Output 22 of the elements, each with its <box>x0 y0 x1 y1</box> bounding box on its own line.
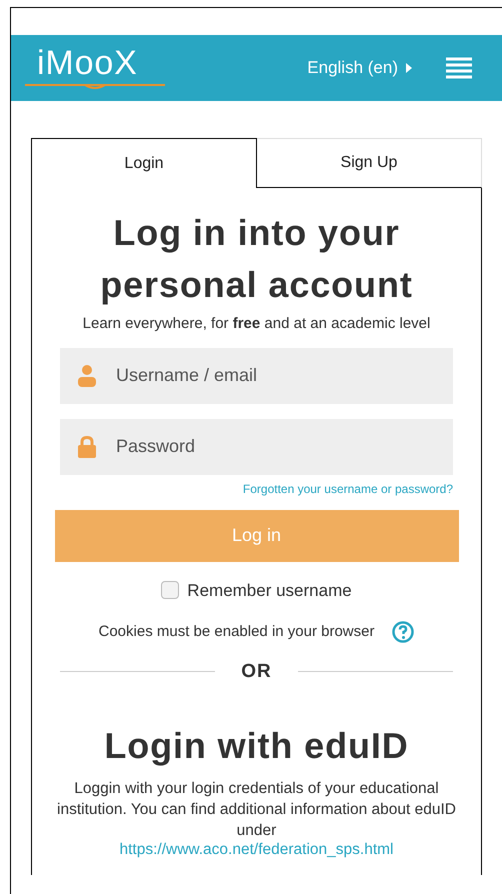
cookies-note: Cookies must be enabled in your browser <box>98 622 374 642</box>
menu-icon[interactable] <box>446 57 472 79</box>
eduid-description: Loggin with your login credentials of your educational institution. You can find additional information about eduID under <box>56 779 457 841</box>
username-field[interactable]: Username / email <box>60 348 453 404</box>
remember-checkbox[interactable] <box>161 581 180 600</box>
password-field[interactable]: Password <box>60 418 453 474</box>
or-divider-label: OR <box>241 660 272 684</box>
forgot-password-link[interactable]: Forgotten your username or password? <box>242 480 453 498</box>
login-button[interactable]: Log in <box>54 510 458 562</box>
user-icon <box>78 364 96 386</box>
login-heading: Log in into your personal account <box>99 211 414 307</box>
help-icon[interactable] <box>392 621 414 644</box>
eduid-info-link[interactable]: https://www.aco.net/federation_sps.html <box>120 841 394 859</box>
remember-label[interactable]: Remember username <box>187 578 352 603</box>
lock-icon <box>78 436 96 458</box>
imoox-logo[interactable]: iMooX <box>25 44 165 92</box>
language-menu[interactable]: English (en) <box>307 55 412 81</box>
eduid-heading: Login with eduID <box>104 724 409 768</box>
tab[interactable]: Login <box>31 138 257 188</box>
subtitle: Learn everywhere, for free and at an academic level <box>82 314 430 334</box>
tab[interactable]: Sign Up <box>257 138 482 188</box>
caret-icon <box>406 63 412 73</box>
